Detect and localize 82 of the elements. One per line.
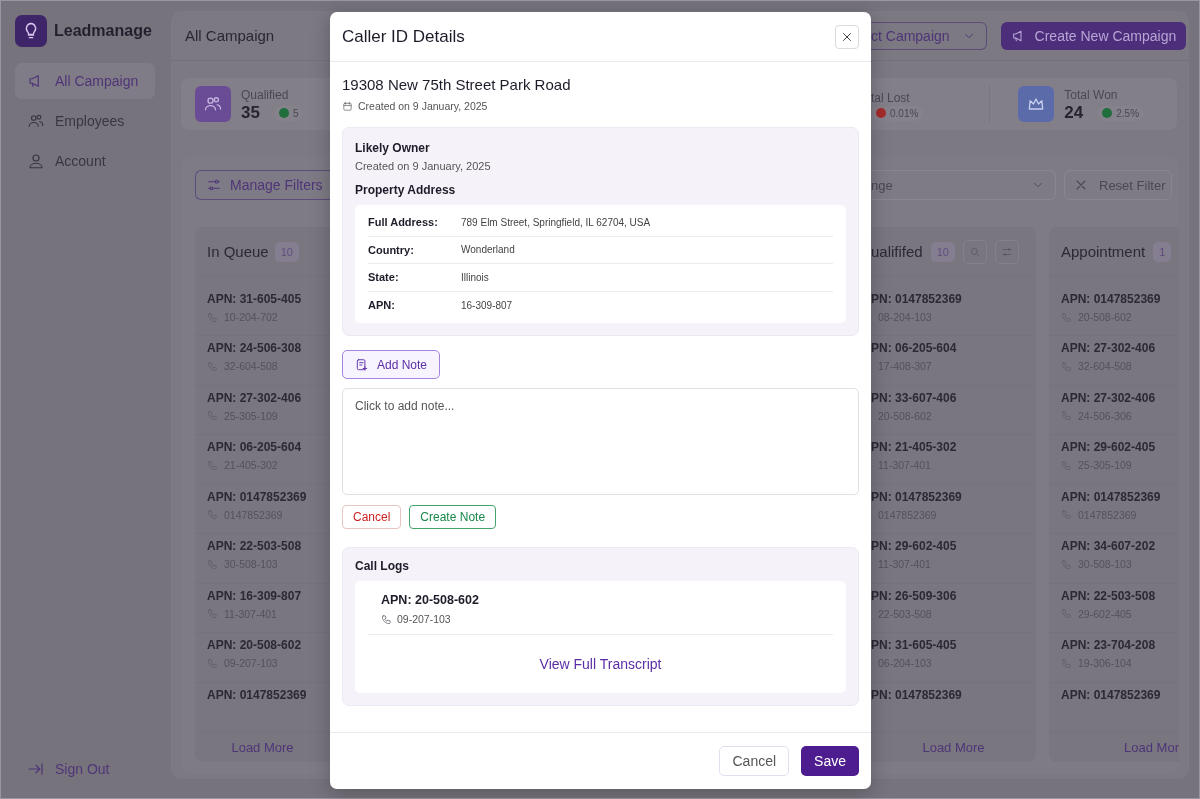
apn-text: APN: 06-205-604	[207, 440, 303, 455]
phone-icon	[381, 613, 392, 625]
add-note-button[interactable]: Add Note	[342, 350, 441, 379]
lead-card[interactable]: APN: 0147852369	[1049, 682, 1179, 732]
nav-item[interactable]: All Campaign	[15, 63, 155, 99]
created-date: Created on 9 January, 2025	[355, 160, 492, 172]
sign-out-link[interactable]: Sign Out	[15, 760, 122, 778]
view-transcript-link[interactable]: View Full Transcript	[539, 656, 662, 672]
calendar-icon	[342, 100, 353, 112]
sliders-icon	[206, 177, 222, 193]
change-text: 2.5%	[1116, 107, 1140, 119]
field-value: Illinois	[461, 271, 489, 283]
section-heading: Call Logs	[355, 559, 410, 573]
field-label: Full Address:	[368, 216, 439, 229]
column-title: ualififed	[871, 243, 923, 260]
apn-text: APN: 27-302-406	[207, 390, 303, 405]
apn-text: PN: 06-205-604	[871, 341, 958, 356]
users-icon	[27, 112, 45, 130]
field-label: State:	[368, 271, 400, 284]
property-title: 19308 New 75th Street Park Road	[342, 76, 572, 93]
section-heading: Property Address	[355, 183, 457, 197]
apn-text: APN: 0147852369	[1061, 292, 1162, 306]
sliders-icon	[1000, 245, 1013, 258]
apn-text: APN: 23-704-208	[1061, 638, 1157, 653]
cancel-button[interactable]: Cancel	[719, 746, 790, 776]
stat-label: Qualified	[241, 88, 289, 102]
apn-text: APN: 20-508-602	[381, 593, 480, 607]
apn-text: PN: 0147852369	[871, 292, 963, 306]
load-more-link[interactable]: Load More	[231, 739, 294, 755]
field-label: Country:	[368, 243, 415, 256]
filter-button[interactable]	[994, 239, 1019, 264]
apn-text: APN: 29-602-405	[1061, 440, 1157, 455]
create-campaign-button[interactable]: Create New Campaign	[1000, 21, 1187, 50]
field-value: Wonderland	[461, 244, 515, 256]
close-button[interactable]	[835, 24, 859, 49]
field-value: 789 Elm Street, Springfield, IL 62704, USA	[461, 216, 651, 228]
nav-item[interactable]: Employees	[15, 103, 155, 139]
user-icon	[27, 152, 45, 170]
apn-text: APN: 16-309-807	[207, 588, 303, 603]
phone-number: 09-207-103	[397, 613, 451, 625]
cancel-note-button[interactable]: Cancel	[342, 505, 402, 529]
column-title: Appointment	[1061, 243, 1146, 260]
apn-text: APN: 27-302-406	[1061, 390, 1157, 405]
apn-text: PN: 0147852369	[871, 687, 963, 702]
apn-text: APN: 0147852369	[207, 489, 308, 504]
apn-text: APN: 22-503-508	[1061, 588, 1157, 603]
apn-text: APN: 22-503-508	[207, 539, 303, 554]
dialog-title: Caller ID Details	[342, 26, 465, 47]
sign-out-icon	[27, 760, 45, 778]
logo-text: Leadmanage	[54, 22, 152, 40]
apn-text: APN: 27-302-406	[1061, 341, 1157, 356]
load-more-link[interactable]: Load Mor	[1124, 739, 1179, 755]
apn-text: PN: 21-405-302	[871, 440, 958, 455]
apn-text: PN: 0147852369	[871, 489, 963, 504]
note-input-field[interactable]: Click to add note...	[342, 388, 859, 495]
apn-text: APN: 0147852369	[1061, 489, 1162, 504]
note-icon	[355, 357, 369, 372]
column-title: In Queue	[207, 243, 269, 260]
stat-value: 35	[241, 103, 260, 123]
page-title: All Campaign	[185, 27, 275, 44]
load-more-link[interactable]: Load More	[922, 739, 985, 755]
section-heading: Likely Owner	[355, 141, 431, 155]
apn-text: APN: 0147852369	[207, 687, 308, 702]
apn-text: PN: 33-607-406	[871, 390, 958, 405]
save-button[interactable]: Save	[801, 746, 859, 776]
created-date: Created on 9 January, 2025	[358, 100, 488, 112]
apn-text: PN: 29-602-405	[871, 539, 958, 554]
field-label: APN:	[368, 299, 396, 312]
field-value: 16-309-807	[461, 299, 513, 311]
search-button[interactable]	[962, 239, 987, 264]
apn-text: APN: 34-607-202	[1061, 539, 1157, 554]
apn-text: APN: 0147852369	[1061, 687, 1162, 702]
stat-value: 24	[1064, 103, 1084, 123]
nav-item[interactable]: Account	[15, 143, 155, 179]
manage-filters-button[interactable]: Manage Filters	[195, 170, 331, 200]
apn-text: APN: 24-506-308	[207, 341, 303, 356]
apn-text: PN: 31-605-405	[871, 638, 958, 653]
apn-text: APN: 31-605-405	[207, 292, 303, 306]
apn-text: PN: 26-509-306	[871, 588, 958, 603]
apn-text: APN: 20-508-602	[207, 638, 303, 653]
search-icon	[968, 245, 981, 258]
create-note-button[interactable]: Create Note	[409, 505, 497, 529]
